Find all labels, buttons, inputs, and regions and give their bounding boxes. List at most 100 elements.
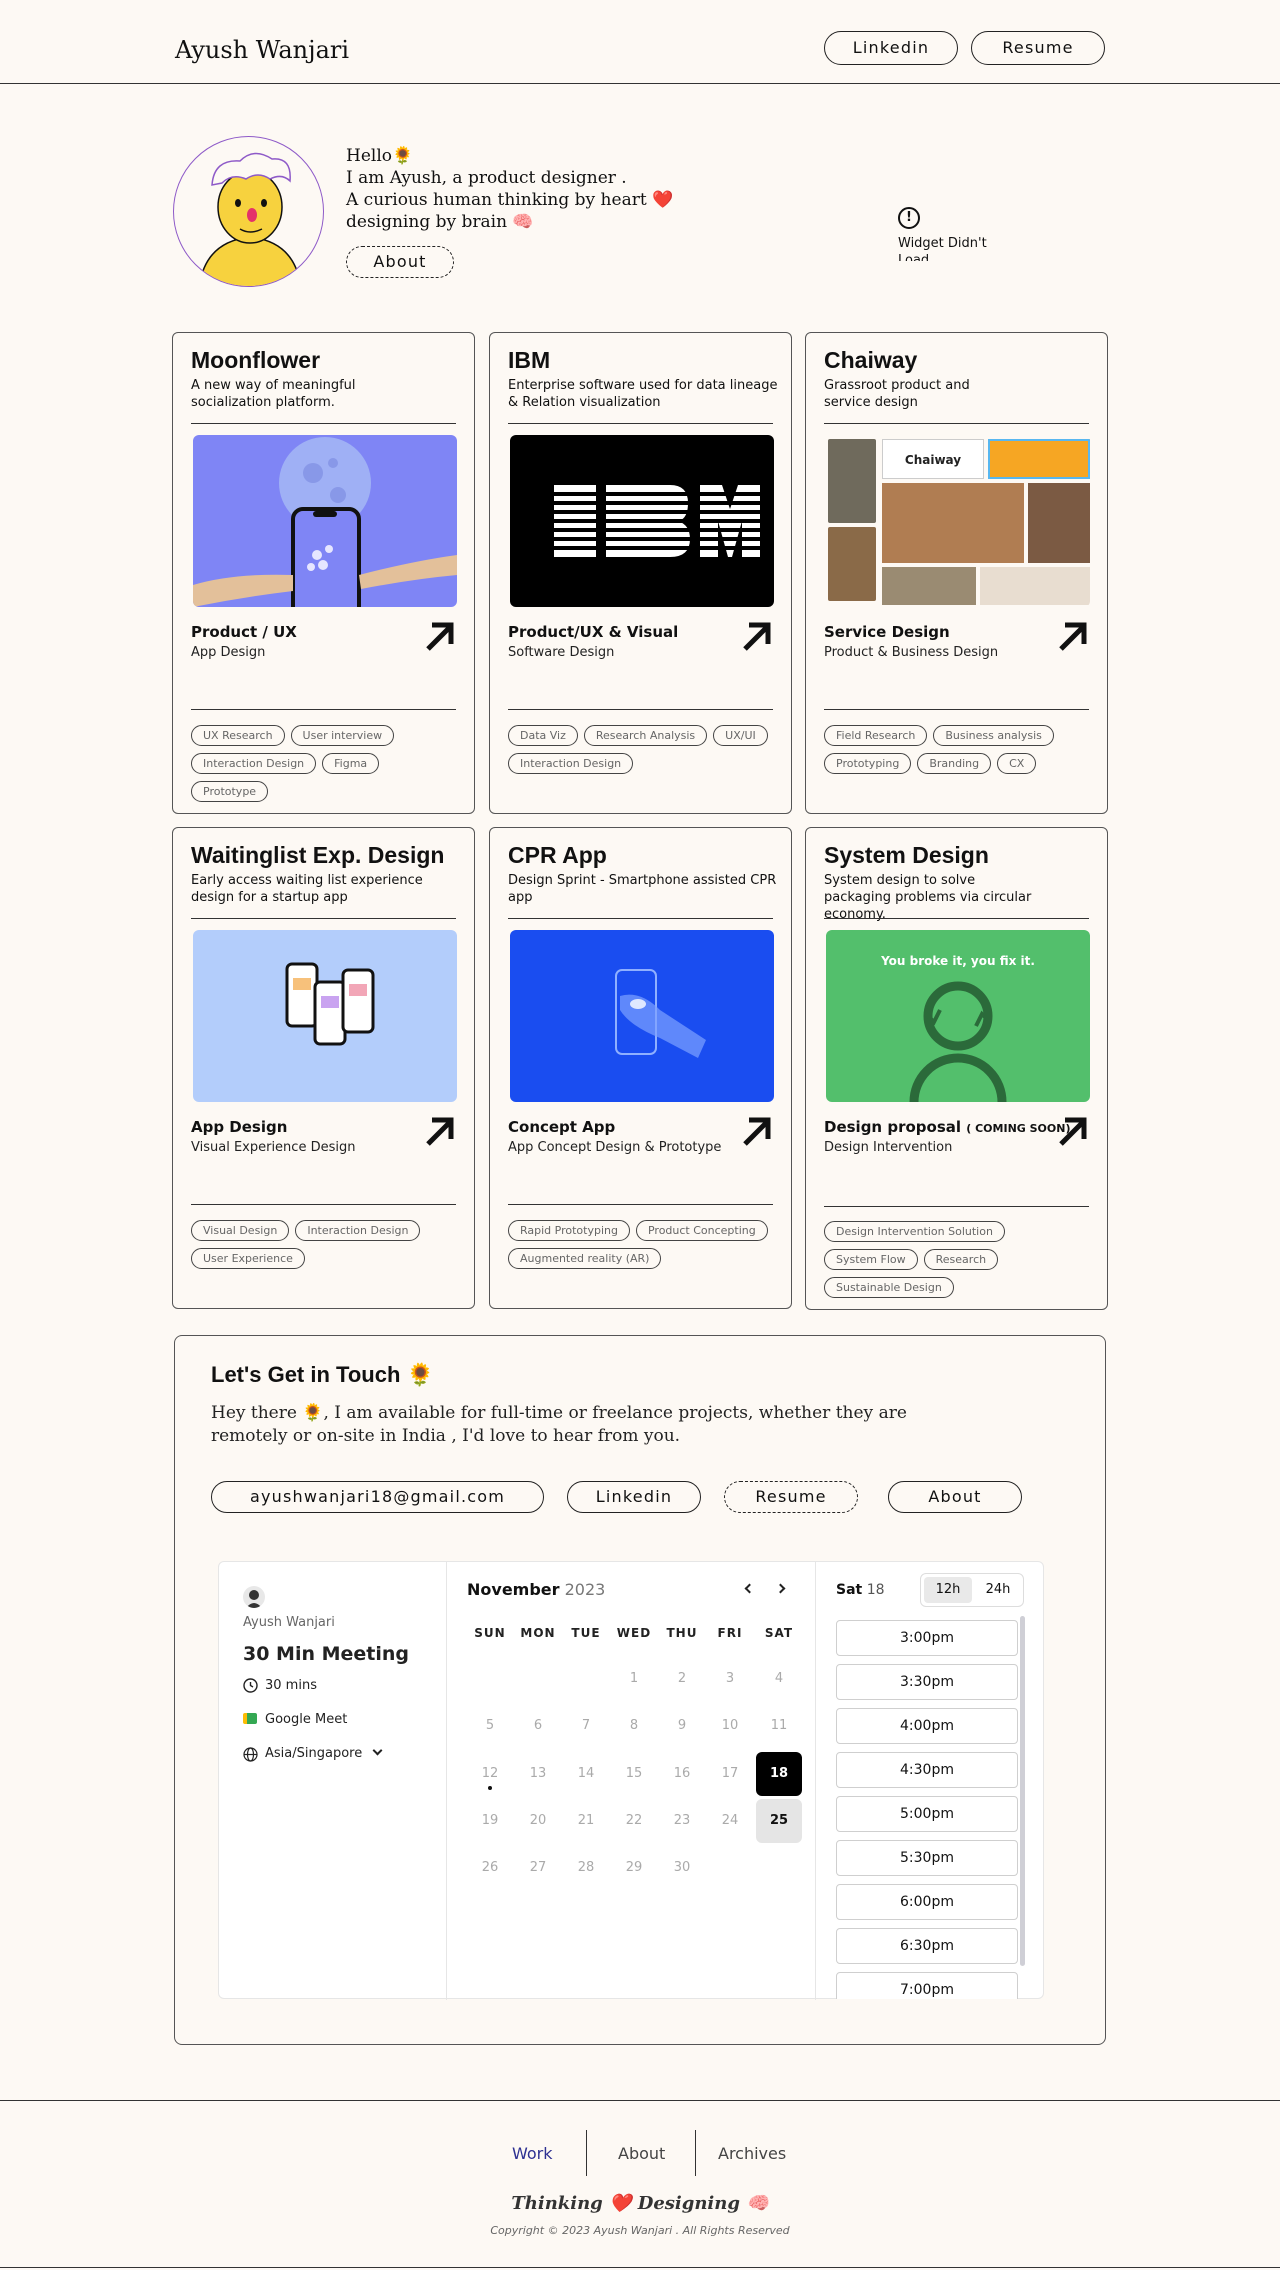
time-slot-button[interactable]: 3:00pm [836, 1620, 1018, 1656]
card-description: Design Sprint - Smartphone assisted CPR … [508, 873, 777, 905]
card-divider [508, 423, 773, 424]
format-24h-button[interactable]: 24h [974, 1577, 1022, 1603]
project-card-ibm[interactable]: IBM Enterprise software used for data li… [489, 332, 792, 814]
card-title: Moonflower [191, 347, 321, 373]
chevron-right-icon [775, 1583, 786, 1594]
slot-scrollbar[interactable] [1020, 1616, 1025, 1966]
card-subcategory: App Design [191, 645, 266, 660]
arrow-up-right-icon[interactable] [422, 1114, 456, 1148]
project-card-moonflower[interactable]: Moonflower A new way of meaningful socia… [172, 332, 475, 814]
time-slot-button[interactable]: 6:30pm [836, 1928, 1018, 1964]
card-title: Chaiway [824, 347, 918, 373]
calendar-day-available[interactable]: 25 [756, 1799, 802, 1843]
tag: Interaction Design [295, 1220, 421, 1241]
calendar-day: 29 [625, 1860, 643, 1875]
time-slot-button[interactable]: 4:00pm [836, 1708, 1018, 1744]
widget-error-text: Widget Didn't Load [898, 236, 987, 261]
contact-email-button[interactable]: ayushwanjari18@gmail.com [211, 1481, 544, 1513]
contact-resume-button[interactable]: Resume [724, 1481, 858, 1513]
project-card-system-design[interactable]: System Design System design to solve pac… [805, 827, 1108, 1310]
card-divider [508, 918, 773, 919]
timezone-select[interactable]: Asia/Singapore [265, 1745, 383, 1761]
calendar-day: 21 [577, 1813, 595, 1828]
footer-tagline: Thinking ❤️ Designing 🧠 [511, 2193, 769, 2214]
format-12h-button[interactable]: 12h [924, 1577, 972, 1603]
project-card-waitinglist[interactable]: Waitinglist Exp. Design Early access wai… [172, 827, 475, 1309]
calendar-day: 1 [629, 1671, 639, 1686]
tag: Research [923, 1249, 999, 1270]
weekday-header: MON [520, 1626, 556, 1640]
calendar-day: 3 [725, 1671, 735, 1686]
card-divider [508, 1204, 773, 1205]
footer-nav-work[interactable]: Work [512, 2144, 553, 2163]
tag: System Flow [824, 1249, 918, 1270]
calendar-divider [446, 1562, 447, 2000]
tag: Prototype [191, 781, 269, 802]
card-description: Enterprise software used for data lineag… [508, 378, 778, 410]
tag: Interaction Design [191, 753, 317, 774]
calendar-day: 7 [581, 1718, 591, 1733]
chaiway-collage-image: Chaiway [826, 435, 1090, 607]
card-divider [191, 709, 456, 710]
event-duration: 30 mins [265, 1678, 317, 1693]
calendar-day-selected[interactable]: 18 [756, 1752, 802, 1796]
next-month-button[interactable] [775, 1582, 789, 1596]
project-card-cpr-app[interactable]: CPR App Design Sprint - Smartphone assis… [489, 827, 792, 1309]
tag: Branding [917, 753, 992, 774]
card-title: Waitinglist Exp. Design [191, 842, 445, 868]
tag: Research Analysis [583, 725, 708, 746]
calendar-day: 28 [577, 1860, 595, 1875]
site-name[interactable]: Ayush Wanjari [175, 36, 349, 64]
card-divider [191, 918, 456, 919]
header-linkedin-button[interactable]: Linkedin [824, 31, 958, 65]
today-dot [488, 1786, 492, 1790]
time-slot-button[interactable]: 7:00pm [836, 1972, 1018, 1999]
system-design-image: You broke it, you fix it. [826, 930, 1090, 1102]
chaiway-logo: Chaiway [882, 439, 984, 479]
arrow-up-right-icon[interactable] [1055, 1114, 1089, 1148]
weekday-header: SUN [474, 1626, 506, 1640]
page-bottom-divider [0, 2267, 1280, 2268]
time-slot-button[interactable]: 5:30pm [836, 1840, 1018, 1876]
calendar-day: 11 [770, 1718, 788, 1733]
time-slot-button[interactable]: 6:00pm [836, 1884, 1018, 1920]
card-divider [824, 423, 1089, 424]
card-category: App Design [191, 1118, 288, 1136]
calendar-day: 23 [673, 1813, 691, 1828]
time-slot-button[interactable]: 5:00pm [836, 1796, 1018, 1832]
header-divider [0, 83, 1280, 84]
calendar-day: 8 [629, 1718, 639, 1733]
arrow-up-right-icon[interactable] [422, 619, 456, 653]
footer-copyright: Copyright © 2023 Ayush Wanjari . All Rig… [490, 2224, 790, 2237]
arrow-up-right-icon[interactable] [739, 619, 773, 653]
time-slot-button[interactable]: 4:30pm [836, 1752, 1018, 1788]
weekday-header: TUE [571, 1626, 601, 1640]
calendar-day: 30 [673, 1860, 691, 1875]
card-description: A new way of meaningful socialization pl… [191, 378, 356, 410]
globe-icon [243, 1747, 258, 1762]
arrow-up-right-icon[interactable] [1055, 619, 1089, 653]
arrow-up-right-icon[interactable] [739, 1114, 773, 1148]
waitinglist-image [193, 930, 457, 1102]
calendar-day: 10 [721, 1718, 739, 1733]
contact-body-line-1: Hey there 🌻, I am available for full-tim… [211, 1403, 907, 1423]
footer-nav-archives[interactable]: Archives [718, 2144, 786, 2163]
calendar-day: 26 [481, 1860, 499, 1875]
hero-about-button[interactable]: About [346, 246, 454, 278]
footer-nav-about[interactable]: About [618, 2144, 665, 2163]
time-slot-button[interactable]: 3:30pm [836, 1664, 1018, 1700]
project-card-chaiway[interactable]: Chaiway Grassroot product and service de… [805, 332, 1108, 814]
prev-month-button[interactable] [741, 1582, 755, 1596]
chevron-down-icon [372, 1745, 383, 1756]
card-divider [824, 1206, 1089, 1207]
contact-about-button[interactable]: About [888, 1481, 1022, 1513]
tag: User interview [290, 725, 395, 746]
tag: Product Concepting [635, 1220, 768, 1241]
card-description: System design to solve packaging problem… [824, 873, 1032, 922]
selected-day-label: Sat 18 [836, 1582, 885, 1598]
contact-linkedin-button[interactable]: Linkedin [567, 1481, 701, 1513]
contact-body-line-2: remotely or on-site in India , I'd love … [211, 1426, 681, 1446]
calendar-day: 5 [485, 1718, 495, 1733]
header-resume-button[interactable]: Resume [971, 31, 1105, 65]
card-category: Concept App [508, 1118, 616, 1136]
